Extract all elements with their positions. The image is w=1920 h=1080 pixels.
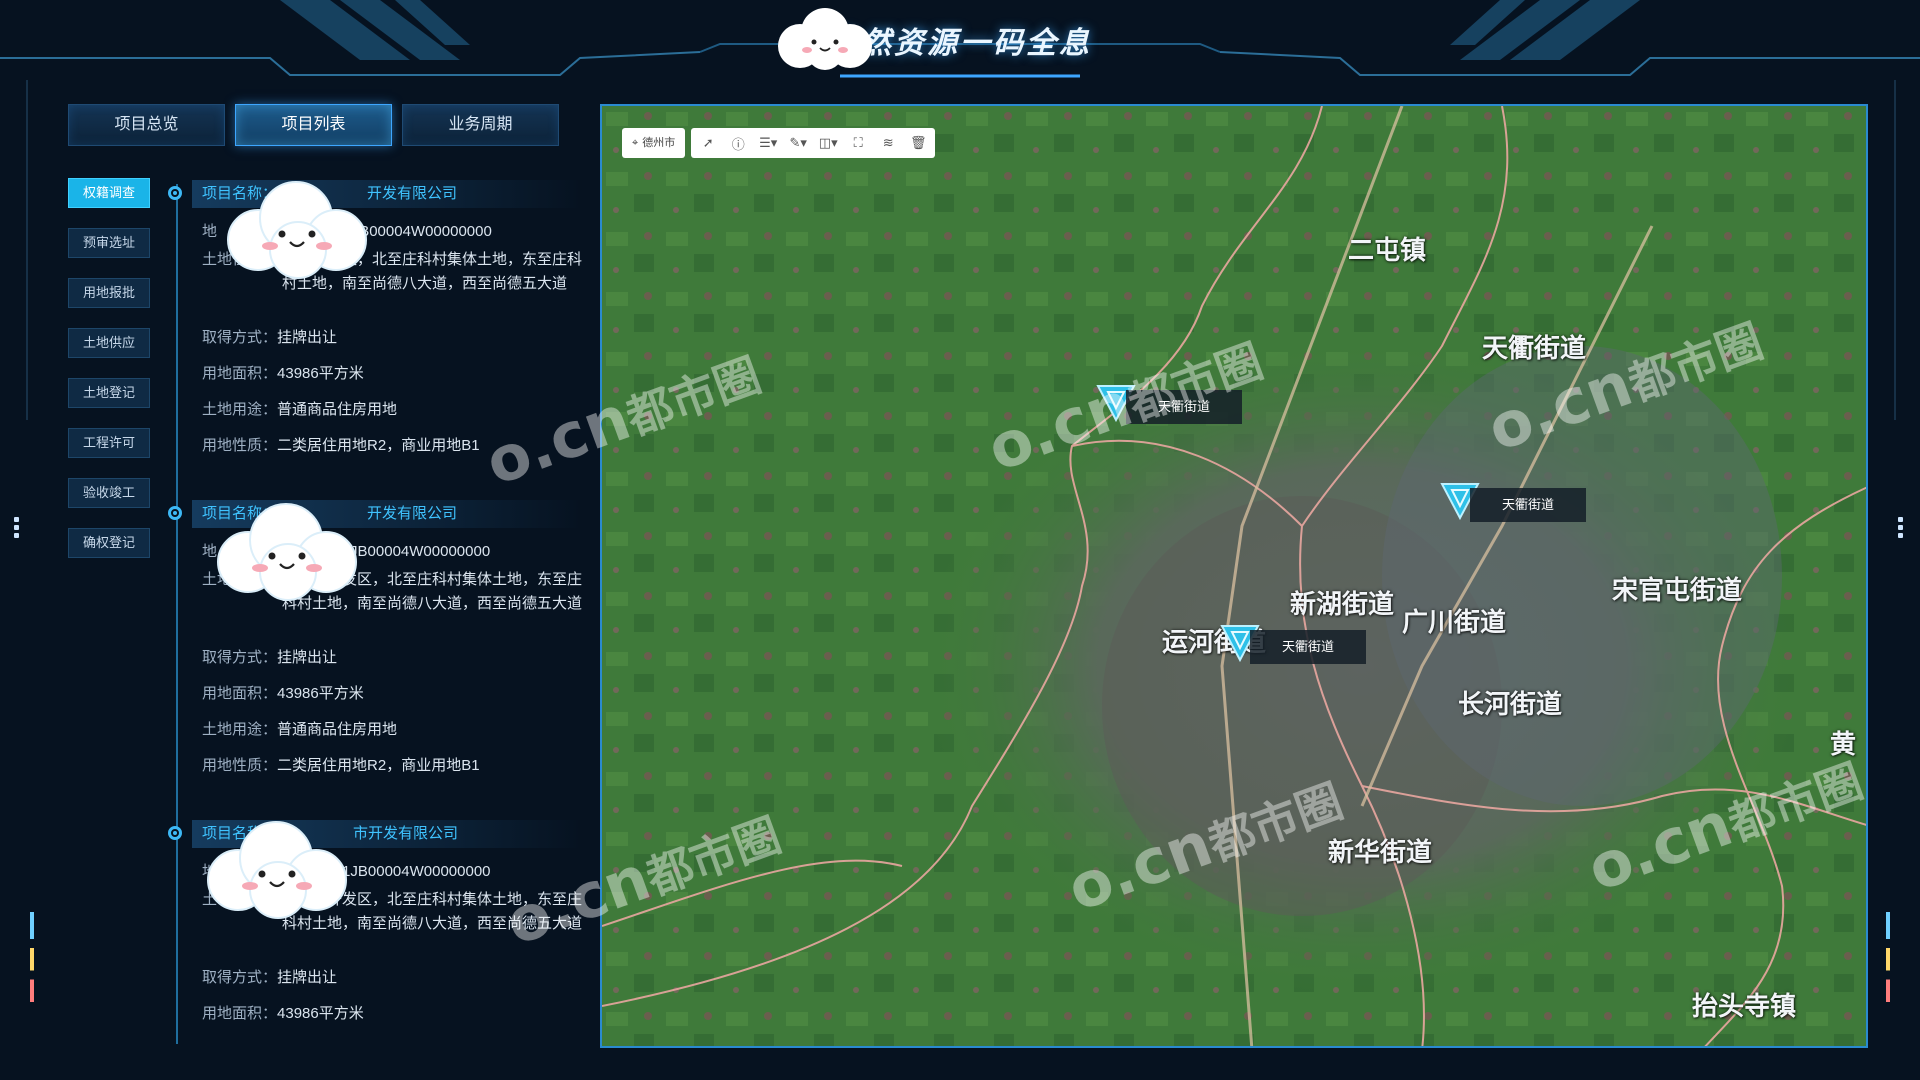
place-label: 二屯镇	[1348, 236, 1427, 266]
place-label: 抬头寺镇	[1692, 992, 1797, 1022]
detail-row: 土地用途：普通商品住房用地	[202, 721, 398, 738]
header: 自然资源一码全息	[0, 0, 1920, 90]
draw-icon[interactable]: ✎▾	[787, 135, 809, 151]
marker-label: 天衢街道	[1470, 488, 1586, 522]
layers-icon[interactable]: ≋	[877, 135, 899, 151]
trash-icon[interactable]: 🗑	[907, 135, 929, 151]
phase-land-supply[interactable]: 土地供应	[68, 328, 150, 358]
project-name-value: 开发有限公司	[367, 505, 458, 522]
left-edge-handle[interactable]	[14, 514, 20, 541]
location-pin-icon: ⌖	[632, 137, 639, 149]
phase-land-approval[interactable]: 用地报批	[68, 278, 150, 308]
place-label: 新湖街道	[1290, 590, 1395, 620]
map-marker[interactable]: 天衢街道	[1440, 480, 1586, 527]
tab-project-overview[interactable]: 项目总览	[68, 104, 225, 146]
right-edge-line	[1894, 80, 1896, 420]
left-edge-line	[26, 80, 28, 420]
phase-pre-review[interactable]: 预审选址	[68, 228, 150, 258]
phase-rights-registration[interactable]: 确权登记	[68, 528, 150, 558]
timeline-dot	[168, 506, 182, 520]
arrow-icon[interactable]: ➚	[697, 135, 719, 151]
left-edge-legend	[30, 912, 34, 1002]
project-name-value: 开发有限公司	[367, 185, 458, 202]
frame-icon[interactable]: ⛶	[847, 135, 869, 151]
map-toolbar: ⌖ 德州市 ➚ ⓘ ☰▾ ✎▾ ◫▾ ⛶ ≋ 🗑	[622, 128, 936, 158]
place-label: 长河街道	[1458, 690, 1563, 720]
detail-row: 用地面积：43986平方米	[202, 365, 364, 382]
list-icon[interactable]: ☰▾	[757, 135, 779, 151]
detail-row: 用地性质：二类居住用地R2，商业用地B1	[202, 437, 480, 454]
phase-list: 权籍调查 预审选址 用地报批 土地供应 土地登记 工程许可 验收竣工 确权登记	[68, 178, 150, 578]
place-label: 宋官屯街道	[1612, 576, 1743, 606]
map-tools: ➚ ⓘ ☰▾ ✎▾ ◫▾ ⛶ ≋ 🗑	[691, 128, 936, 158]
place-label: 天衢街道	[1482, 334, 1587, 364]
cloud-sticker	[778, 8, 872, 70]
detail-row: 土地用途：普通商品住房用地	[202, 401, 398, 418]
cloud-sticker	[207, 821, 347, 919]
info-icon[interactable]: ⓘ	[727, 134, 749, 153]
project-name-value: 市开发有限公司	[353, 825, 459, 842]
phase-land-registration[interactable]: 土地登记	[68, 378, 150, 408]
phase-engineering-permit[interactable]: 工程许可	[68, 428, 150, 458]
detail-row: 取得方式：挂牌出让	[202, 969, 338, 986]
place-label: 广川街道	[1402, 608, 1507, 638]
split-icon[interactable]: ◫▾	[817, 135, 839, 151]
phase-acceptance[interactable]: 验收竣工	[68, 478, 150, 508]
tab-project-list[interactable]: 项目列表	[235, 104, 392, 146]
marker-label: 天衢街道	[1250, 630, 1366, 664]
timeline-dot	[168, 186, 182, 200]
timeline-dot	[168, 826, 182, 840]
right-edge-handle[interactable]	[1898, 514, 1904, 541]
cloud-sticker	[227, 181, 367, 279]
detail-row: 用地性质：二类居住用地R2，商业用地B1	[202, 757, 480, 774]
detail-row: 取得方式：挂牌出让	[202, 329, 338, 346]
page-title: 自然资源一码全息	[828, 26, 1092, 61]
right-edge-legend	[1886, 912, 1890, 1002]
detail-row: 用地面积：43986平方米	[202, 1005, 364, 1022]
phase-ownership-survey[interactable]: 权籍调查	[68, 178, 150, 208]
satellite-map[interactable]: ⌖ 德州市 ➚ ⓘ ☰▾ ✎▾ ◫▾ ⛶ ≋ 🗑 二屯镇 天衢街道 新湖街道 广…	[600, 104, 1868, 1048]
city-selector[interactable]: ⌖ 德州市	[622, 128, 686, 158]
map-marker[interactable]: 天衢街道	[1220, 622, 1366, 669]
detail-row: 用地面积：43986平方米	[202, 685, 364, 702]
detail-row: 取得方式：挂牌出让	[202, 649, 338, 666]
place-label: 新华街道	[1328, 838, 1433, 868]
city-name: 德州市	[642, 137, 676, 149]
tab-business-cycle[interactable]: 业务周期	[402, 104, 559, 146]
cloud-sticker	[217, 503, 357, 601]
tab-bar: 项目总览 项目列表 业务周期	[68, 104, 559, 146]
